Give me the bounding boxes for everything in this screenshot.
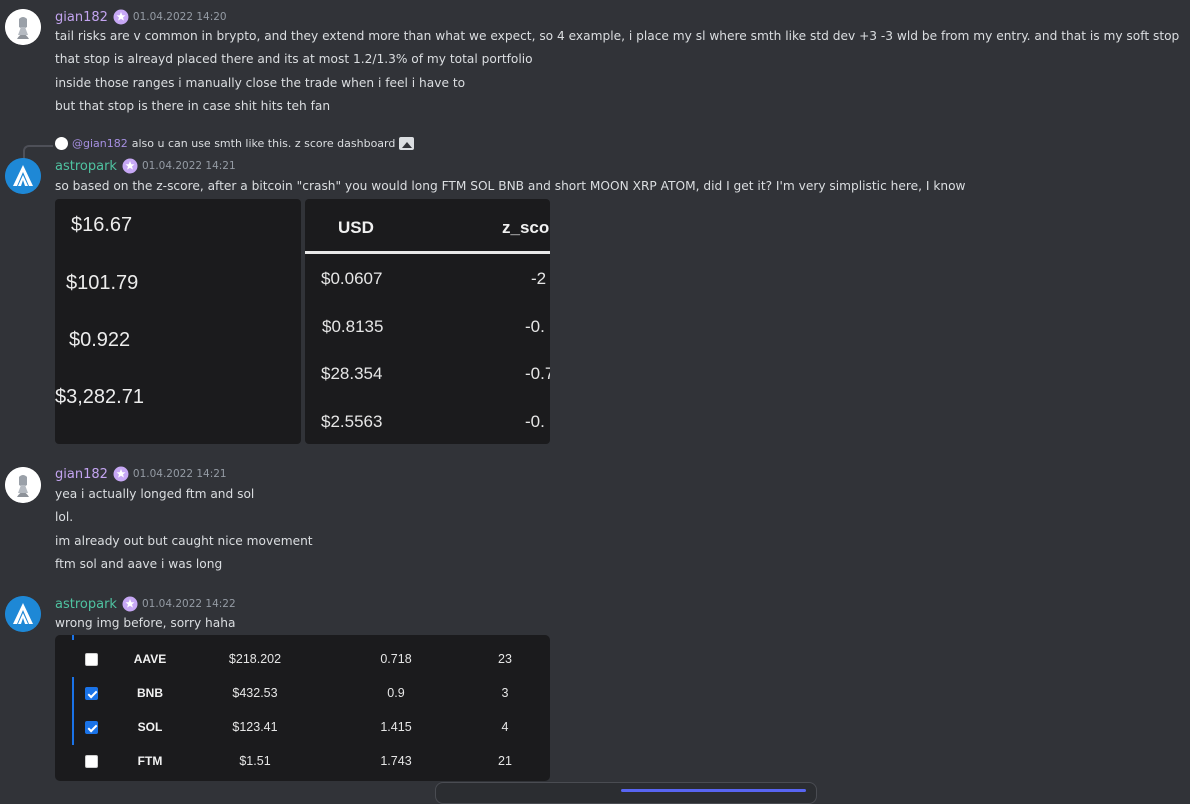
table-row: FTM $1.51 1.743 21 xyxy=(55,744,550,778)
symbol-cell: FTM xyxy=(137,754,163,768)
message-line: ftm sol and aave i was long xyxy=(55,557,223,571)
price-cell: $101.79 xyxy=(66,272,139,294)
message-line: that stop is alreayd placed there and it… xyxy=(55,52,533,66)
column-header: z_sco xyxy=(502,218,550,237)
price-cell: $3,282.71 xyxy=(55,386,144,408)
message-line: im already out but caught nice movement xyxy=(55,534,313,548)
price-cell: $432.53 xyxy=(232,686,278,700)
astropark-logo-icon xyxy=(5,596,41,632)
rank-cell: 21 xyxy=(498,754,512,768)
timestamp: 01.04.2022 14:20 xyxy=(132,11,227,23)
timestamp: 01.04.2022 14:21 xyxy=(141,160,236,172)
table-cell: -0. xyxy=(525,317,545,336)
username[interactable]: gian182 xyxy=(55,10,108,25)
table-row: AAVE $218.202 0.718 23 xyxy=(55,642,550,676)
message-line: lol. xyxy=(55,510,74,524)
zscore-cell: 1.415 xyxy=(380,720,412,734)
table-cell: -2 xyxy=(531,269,547,288)
price-cell: $0.922 xyxy=(69,329,131,351)
avatar-figure-icon xyxy=(5,467,41,503)
row-checkbox[interactable] xyxy=(85,721,98,734)
table-cell: $0.8135 xyxy=(322,317,384,336)
table-row: BNB $432.53 0.9 3 xyxy=(55,676,550,710)
symbol-cell: SOL xyxy=(137,720,163,734)
nitro-badge-icon[interactable] xyxy=(113,466,129,482)
astropark-logo-icon xyxy=(5,158,41,194)
header-rule xyxy=(305,251,550,254)
column-header: USD xyxy=(338,218,374,237)
zscore-cell: 0.718 xyxy=(380,652,412,666)
message-line: tail risks are v common in brypto, and t… xyxy=(55,29,1180,43)
reply-username[interactable]: @gian182 xyxy=(72,137,128,150)
row-checkbox[interactable] xyxy=(85,653,98,666)
table-row: SOL $123.41 1.415 4 xyxy=(55,710,550,744)
user-avatar[interactable] xyxy=(5,596,41,632)
message-line: but that stop is there in case shit hits… xyxy=(55,99,331,113)
user-avatar[interactable] xyxy=(5,9,41,45)
attached-image-prices[interactable]: $16.67 $101.79 $0.922 $3,282.71 xyxy=(55,199,301,444)
row-checkbox[interactable] xyxy=(85,755,98,768)
table-cell: -0. xyxy=(525,412,545,431)
message-line: wrong img before, sorry haha xyxy=(55,616,236,630)
zscore-cell: 1.743 xyxy=(380,754,412,768)
timestamp: 01.04.2022 14:21 xyxy=(132,468,227,480)
table-cell: $28.354 xyxy=(321,364,383,383)
price-cell: $16.67 xyxy=(71,214,133,236)
username[interactable]: gian182 xyxy=(55,467,108,482)
nitro-badge-icon[interactable] xyxy=(122,596,138,612)
attached-image-zscore[interactable]: USD z_sco $0.0607 -2 $0.8135 -0. $28.354… xyxy=(305,199,550,444)
floating-action-bar[interactable] xyxy=(435,782,817,804)
symbol-cell: AAVE xyxy=(133,652,167,666)
selection-bar xyxy=(72,635,74,640)
reply-text: also u can use smth like this. z score d… xyxy=(131,137,396,150)
nitro-badge-icon[interactable] xyxy=(122,158,138,174)
price-cell: $1.51 xyxy=(239,754,271,768)
user-avatar[interactable] xyxy=(5,158,41,194)
reply-avatar xyxy=(55,137,68,150)
reply-preview[interactable]: @gian182 also u can use smth like this. … xyxy=(55,137,415,150)
avatar-figure-icon xyxy=(5,9,41,45)
rank-cell: 4 xyxy=(501,720,509,734)
attached-image-table[interactable]: AAVE $218.202 0.718 23 BNB $432.53 0.9 3… xyxy=(55,635,550,781)
message-line: so based on the z-score, after a bitcoin… xyxy=(55,179,966,193)
rank-cell: 3 xyxy=(501,686,509,700)
table-cell: -0.7 xyxy=(525,364,550,383)
row-checkbox[interactable] xyxy=(85,687,98,700)
timestamp: 01.04.2022 14:22 xyxy=(141,598,236,610)
message-line: inside those ranges i manually close the… xyxy=(55,76,466,90)
nitro-badge-icon[interactable] xyxy=(113,9,129,25)
price-cell: $218.202 xyxy=(228,652,282,666)
table-cell: $0.0607 xyxy=(321,269,383,288)
reply-spine xyxy=(23,145,53,159)
table-cell: $2.5563 xyxy=(321,412,383,431)
symbol-cell: BNB xyxy=(137,686,163,700)
image-attachment-icon xyxy=(399,137,415,150)
message-line: yea i actually longed ftm and sol xyxy=(55,487,255,501)
username[interactable]: astropark xyxy=(55,159,117,174)
zscore-cell: 0.9 xyxy=(387,686,405,700)
rank-cell: 23 xyxy=(498,652,512,666)
user-avatar[interactable] xyxy=(5,467,41,503)
username[interactable]: astropark xyxy=(55,597,117,612)
price-cell: $123.41 xyxy=(232,720,278,734)
